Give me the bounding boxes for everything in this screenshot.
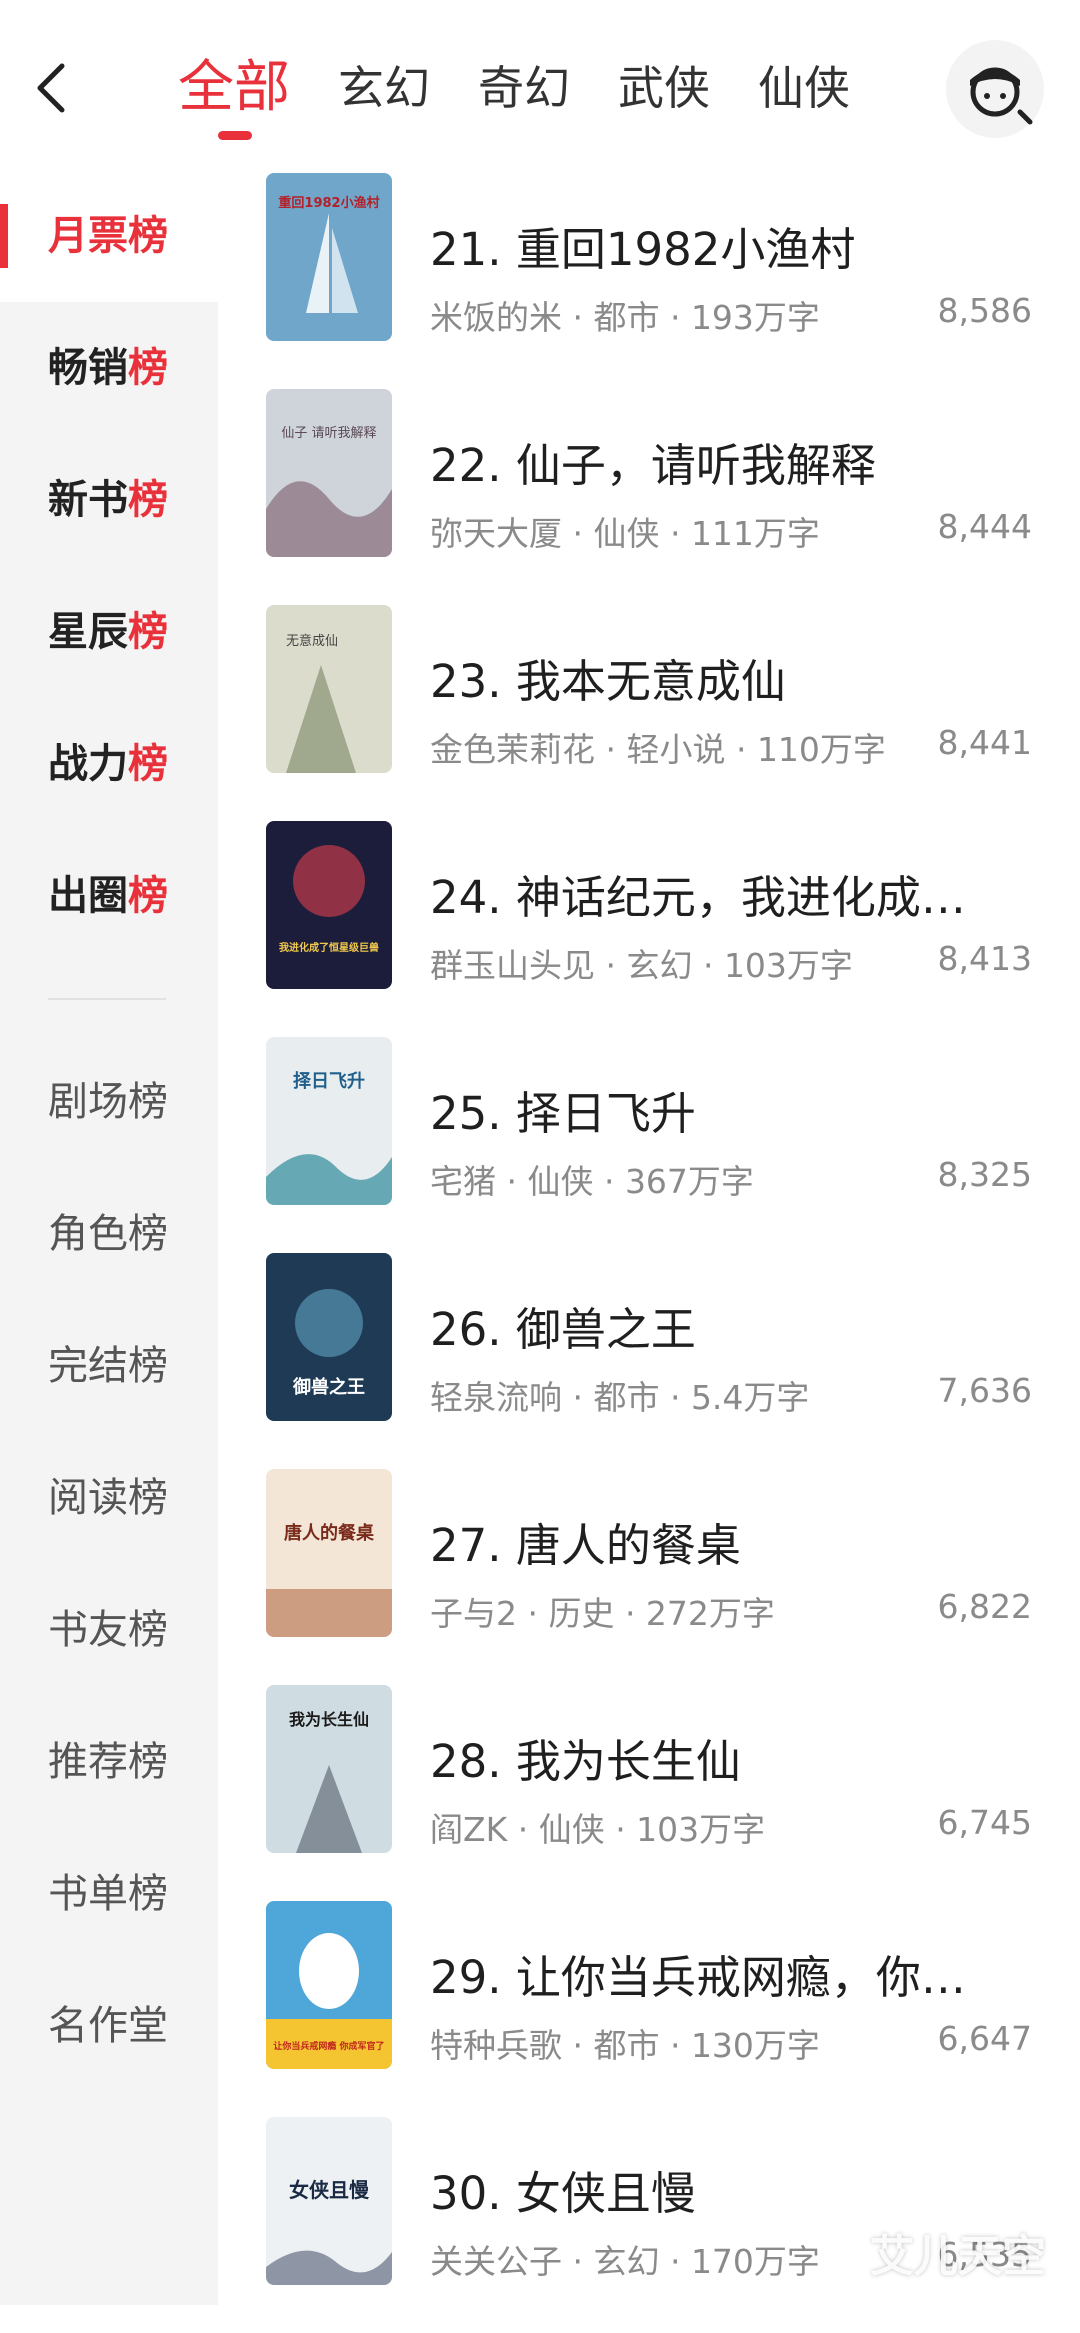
book-cover: 我进化成了恒星级巨兽 [266,821,392,989]
book-meta: 阎ZK · 仙侠 · 103万字 [430,1810,766,1849]
list-item[interactable]: 重回1982小渔村 21. 重回1982小渔村 米饭的米 · 都市 · 193万… [218,173,1080,389]
book-title: 23. 我本无意成仙 [430,655,786,708]
svg-text:我为长生仙: 我为长生仙 [289,1710,369,1729]
watermark: 艾儿天空 [870,2231,1046,2282]
sidebar-item-breakout[interactable]: 出圈榜 [0,830,218,962]
sidebar-item-suffix: 榜 [128,741,168,787]
ticket-count: 6,647 [937,2019,1032,2058]
book-meta: 轻泉流响 · 都市 · 5.4万字 [430,1378,810,1417]
tab-all[interactable]: 全部 [172,48,314,140]
book-meta: 米饭的米 · 都市 · 193万字 [430,298,820,337]
book-meta: 弥天大厦 · 仙侠 · 111万字 [430,514,820,553]
sidebar-divider [48,998,166,1000]
book-cover: 无意成仙 [266,605,392,773]
sidebar-item-label: 新书 [48,477,128,523]
book-title: 26. 御兽之王 [430,1303,696,1356]
list-item[interactable]: 我进化成了恒星级巨兽 24. 神话纪元，我进化成… 群玉山头见 · 玄幻 · 1… [218,821,1080,1037]
ticket-count: 7,636 [937,1371,1032,1410]
sidebar-item-booklists[interactable]: 书单榜 [0,1828,218,1960]
avatar-icon [970,67,1033,125]
svg-text:女侠且慢: 女侠且慢 [289,2178,370,2202]
svg-text:让你当兵戒网瘾 你成军官了: 让你当兵戒网瘾 你成军官了 [273,2040,384,2052]
book-title: 21. 重回1982小渔村 [430,223,856,276]
category-tabs: 全部 玄幻 奇幻 武侠 仙侠 [172,48,874,140]
book-cover: 女侠且慢 [266,2117,392,2285]
ticket-count: 8,413 [937,939,1032,978]
book-cover: 择日飞升 [266,1037,392,1205]
tab-xianxia[interactable]: 仙侠 [734,48,874,128]
book-title: 24. 神话纪元，我进化成… [430,871,966,924]
sidebar-item-label: 月票 [48,213,128,259]
ticket-count: 8,444 [937,507,1032,546]
book-meta: 子与2 · 历史 · 272万字 [430,1594,775,1633]
book-meta: 宅猪 · 仙侠 · 367万字 [430,1162,754,1201]
sidebar-item-recommend[interactable]: 推荐榜 [0,1696,218,1828]
sidebar-item-characters[interactable]: 角色榜 [0,1168,218,1300]
ticket-count: 8,325 [937,1155,1032,1194]
svg-text:重回1982小渔村: 重回1982小渔村 [278,195,379,211]
list-item[interactable]: 让你当兵戒网瘾 你成军官了 29. 让你当兵戒网瘾，你… 特种兵歌 · 都市 ·… [218,1901,1080,2117]
sidebar-item-stars[interactable]: 星辰榜 [0,566,218,698]
list-item[interactable]: 无意成仙 23. 我本无意成仙 金色茉莉花 · 轻小说 · 110万字 8,44… [218,605,1080,821]
svg-text:唐人的餐桌: 唐人的餐桌 [284,1522,375,1544]
ticket-count: 6,745 [937,1803,1032,1842]
sidebar-item-monthly[interactable]: 月票榜 [0,170,218,302]
ranking-sidebar: 月票榜 畅销榜 新书榜 星辰榜 战力榜 出圈榜 剧场榜 角色榜 完结榜 阅读榜 … [0,170,218,2305]
back-button[interactable] [30,58,74,118]
sidebar-item-classics[interactable]: 名作堂 [0,1960,218,2092]
sidebar-item-label: 战力 [48,741,128,787]
list-item[interactable]: 择日飞升 25. 择日飞升 宅猪 · 仙侠 · 367万字 8,325 [218,1037,1080,1253]
sidebar-item-suffix: 榜 [128,873,168,919]
list-item[interactable]: 唐人的餐桌 27. 唐人的餐桌 子与2 · 历史 · 272万字 6,822 [218,1469,1080,1685]
tab-wuxia[interactable]: 武侠 [594,48,734,128]
ticket-count: 8,586 [937,291,1032,330]
sidebar-item-suffix: 榜 [128,345,168,391]
sidebar-item-bestseller[interactable]: 畅销榜 [0,302,218,434]
top-bar: 全部 玄幻 奇幻 武侠 仙侠 [0,0,1080,170]
book-title: 27. 唐人的餐桌 [430,1519,741,1572]
sidebar-item-label: 出圈 [48,873,128,919]
book-title: 29. 让你当兵戒网瘾，你… [430,1951,966,2004]
svg-text:我进化成了恒星级巨兽: 我进化成了恒星级巨兽 [279,941,379,954]
book-cover: 御兽之王 [266,1253,392,1421]
sidebar-item-label: 畅销 [48,345,128,391]
svg-text:御兽之王: 御兽之王 [292,1376,365,1398]
book-meta: 金色茉莉花 · 轻小说 · 110万字 [430,730,886,769]
sidebar-item-readers[interactable]: 书友榜 [0,1564,218,1696]
book-cover: 仙子 请听我解释 [266,389,392,557]
sidebar-item-completed[interactable]: 完结榜 [0,1300,218,1432]
book-cover: 重回1982小渔村 [266,173,392,341]
svg-text:择日飞升: 择日飞升 [293,1070,365,1092]
sidebar-item-theater[interactable]: 剧场榜 [0,1036,218,1168]
tab-qihuan[interactable]: 奇幻 [454,48,594,128]
book-cover: 唐人的餐桌 [266,1469,392,1637]
book-meta: 关关公子 · 玄幻 · 170万字 [430,2242,820,2281]
svg-text:无意成仙: 无意成仙 [286,633,338,649]
list-item[interactable]: 我为长生仙 28. 我为长生仙 阎ZK · 仙侠 · 103万字 6,745 [218,1685,1080,1901]
chevron-left-icon [37,63,65,113]
ticket-count: 8,441 [937,723,1032,762]
ticket-count: 6,822 [937,1587,1032,1626]
book-title: 22. 仙子，请听我解释 [430,439,876,492]
sidebar-item-suffix: 榜 [128,609,168,655]
sidebar-item-reading[interactable]: 阅读榜 [0,1432,218,1564]
user-avatar-button[interactable] [946,40,1044,138]
book-title: 25. 择日飞升 [430,1087,696,1140]
book-title: 28. 我为长生仙 [430,1735,741,1788]
list-item[interactable]: 御兽之王 26. 御兽之王 轻泉流响 · 都市 · 5.4万字 7,636 [218,1253,1080,1469]
svg-text:仙子 请听我解释: 仙子 请听我解释 [281,426,376,441]
tab-xuanhuan[interactable]: 玄幻 [314,48,454,128]
sidebar-item-label: 星辰 [48,609,128,655]
sidebar-item-suffix: 榜 [128,477,168,523]
book-meta: 特种兵歌 · 都市 · 130万字 [430,2026,820,2065]
book-cover: 我为长生仙 [266,1685,392,1853]
book-cover: 让你当兵戒网瘾 你成军官了 [266,1901,392,2069]
sidebar-item-power[interactable]: 战力榜 [0,698,218,830]
list-item[interactable]: 仙子 请听我解释 22. 仙子，请听我解释 弥天大厦 · 仙侠 · 111万字 … [218,389,1080,605]
book-title: 30. 女侠且慢 [430,2167,696,2220]
sidebar-item-new-books[interactable]: 新书榜 [0,434,218,566]
sidebar-item-suffix: 榜 [128,213,168,259]
book-meta: 群玉山头见 · 玄幻 · 103万字 [430,946,853,985]
